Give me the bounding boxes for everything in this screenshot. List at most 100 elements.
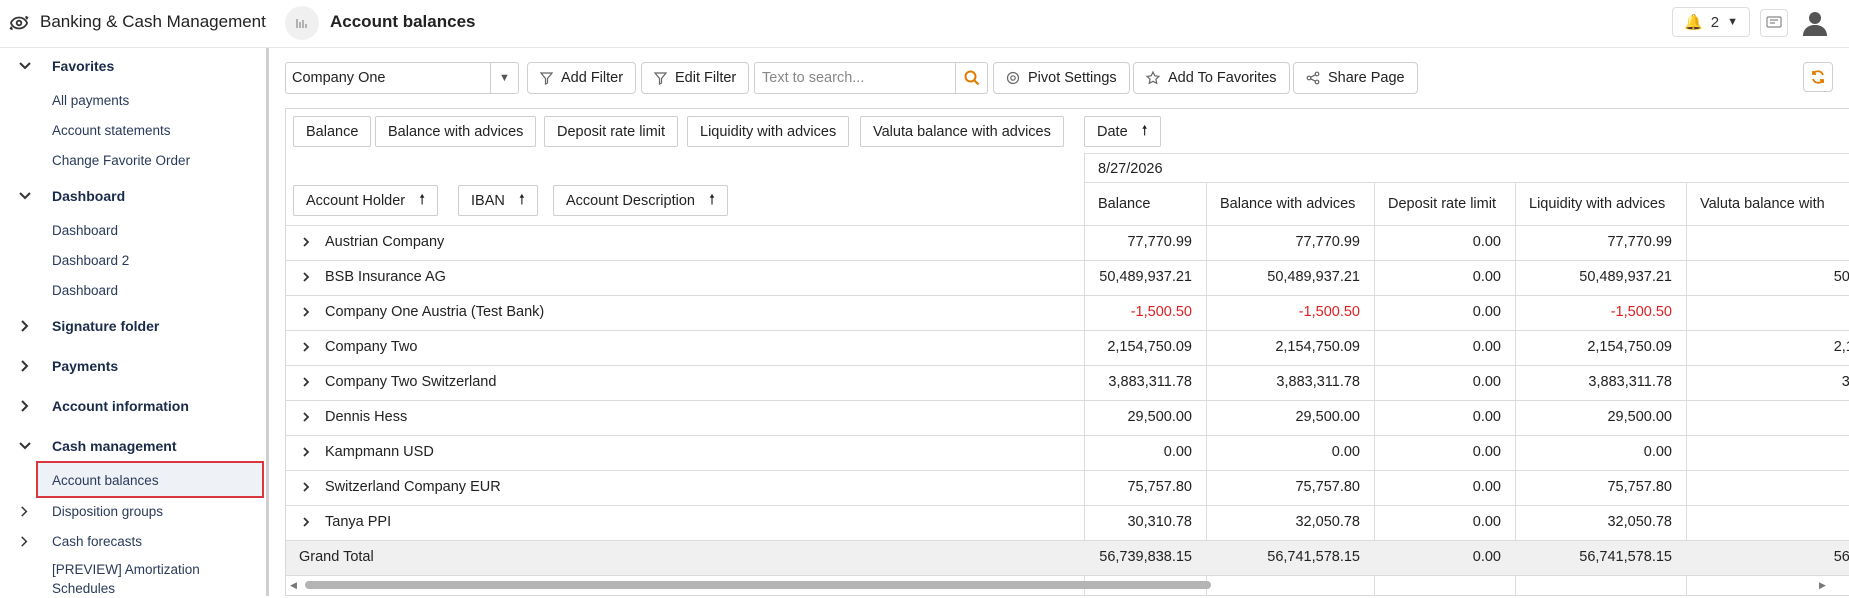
- column-header-balance-with-advices[interactable]: Balance with advices: [1220, 196, 1355, 212]
- chevron-down-icon[interactable]: ▼: [490, 63, 518, 93]
- value-cell: 0.00: [1472, 269, 1501, 285]
- sidebar-group-signature-folder[interactable]: Signature folder: [0, 313, 266, 339]
- chevron-right-icon: [21, 400, 29, 412]
- chevron-right-icon[interactable]: [300, 236, 312, 248]
- table-row[interactable]: Kampmann USD 0.00 0.00 0.00 0.00: [286, 436, 1849, 471]
- pivot-settings-label: Pivot Settings: [1028, 70, 1117, 86]
- value-cell: 32,050.78: [1607, 514, 1672, 530]
- chevron-right-icon[interactable]: [300, 516, 312, 528]
- add-to-favorites-button[interactable]: Add To Favorites: [1133, 62, 1290, 94]
- chevron-right-icon[interactable]: [300, 271, 312, 283]
- edit-filter-button[interactable]: Edit Filter: [641, 62, 750, 94]
- data-field-balance[interactable]: Balance: [293, 116, 372, 147]
- chevron-right-icon[interactable]: [300, 446, 312, 458]
- search-input[interactable]: [755, 63, 955, 93]
- value-cell: 77,770.99: [1295, 234, 1360, 250]
- page-title: Account balances: [330, 12, 476, 31]
- column-header-balance[interactable]: Balance: [1098, 196, 1150, 212]
- user-avatar-icon[interactable]: [1800, 8, 1830, 38]
- message-button[interactable]: [1760, 9, 1788, 37]
- share-icon: [1306, 71, 1320, 85]
- sidebar-group-account-information[interactable]: Account information: [0, 393, 266, 419]
- search-button[interactable]: [955, 63, 987, 93]
- data-field-liquidity-with-advices[interactable]: Liquidity with advices: [687, 116, 850, 147]
- sidebar-item-dashboard-3[interactable]: Dashboard: [0, 277, 266, 303]
- sidebar-item-label: [PREVIEW] Amortization Schedules: [52, 560, 200, 598]
- chevron-right-icon[interactable]: [300, 376, 312, 388]
- table-row[interactable]: Tanya PPI 30,310.78 32,050.78 0.00 32,050.78…: [286, 506, 1849, 541]
- sidebar-item-label: Dashboard: [52, 282, 119, 298]
- pivot-grid: Balance Balance with advices Deposit rat…: [285, 108, 1849, 596]
- column-header-valuta-balance[interactable]: Valuta balance with: [1700, 196, 1825, 212]
- table-row[interactable]: Austrian Company 77,770.99 77,770.99 0.00 77…: [286, 226, 1849, 261]
- share-page-button[interactable]: Share Page: [1293, 62, 1418, 94]
- sidebar-group-payments[interactable]: Payments: [0, 353, 266, 379]
- refresh-icon: [1812, 70, 1824, 84]
- value-cell: 29,500.00: [1607, 409, 1672, 425]
- grand-total-row: Grand Total 56,739,838.15 56,741,578.15 0.0…: [286, 541, 1849, 576]
- data-field-deposit-rate-limit[interactable]: Deposit rate limit: [544, 116, 678, 147]
- chevron-right-icon[interactable]: [300, 411, 312, 423]
- sidebar-item-label: All payments: [52, 92, 130, 108]
- table-row[interactable]: Dennis Hess 29,500.00 29,500.00 0.00 29,500.…: [286, 401, 1849, 436]
- sidebar-group-label: Signature folder: [52, 318, 160, 334]
- sidebar-item-dashboard-2[interactable]: Dashboard 2: [0, 247, 266, 273]
- date-header[interactable]: 8/27/2026: [1098, 161, 1163, 177]
- notifications-button[interactable]: 🔔 2 ▼: [1672, 7, 1750, 37]
- sidebar-group-dashboard[interactable]: Dashboard: [0, 183, 266, 209]
- sidebar-item-disposition-groups[interactable]: Disposition groups: [0, 498, 266, 524]
- sidebar-item-account-statements[interactable]: Account statements: [0, 117, 266, 143]
- value-cell: -1,500.50: [1298, 304, 1360, 320]
- sidebar-item-all-payments[interactable]: All payments: [0, 87, 266, 113]
- column-field-date[interactable]: Date 🠕: [1084, 116, 1161, 147]
- eye-sync-icon[interactable]: [8, 12, 30, 34]
- value-cell: 0.00: [1643, 444, 1672, 460]
- sidebar-item-label-line2: Schedules: [52, 581, 116, 596]
- chevron-right-icon[interactable]: [300, 306, 312, 318]
- row-field-iban[interactable]: IBAN 🠕: [458, 185, 538, 216]
- value-cell: -1: [1698, 304, 1849, 320]
- refresh-button[interactable]: [1803, 62, 1833, 92]
- sidebar-item-dashboard[interactable]: Dashboard: [0, 217, 266, 243]
- company-select[interactable]: Company One ▼: [285, 62, 519, 94]
- field-label: Deposit rate limit: [557, 123, 665, 140]
- row-field-account-holder[interactable]: Account Holder 🠕: [293, 185, 439, 216]
- sidebar-group-label: Dashboard: [52, 188, 126, 204]
- data-field-valuta-balance-with-advices[interactable]: Valuta balance with advices: [860, 116, 1064, 147]
- value-cell: 50,489,937.21: [1267, 269, 1360, 285]
- sidebar-group-favorites[interactable]: Favorites: [0, 53, 266, 79]
- horizontal-scrollbar[interactable]: ◀ ▶: [285, 578, 1849, 592]
- sidebar-item-change-favorite-order[interactable]: Change Favorite Order: [0, 147, 266, 173]
- sidebar-item-label: Account statements: [52, 122, 171, 138]
- table-row[interactable]: Company Two Switzerland 3,883,311.78 3,883…: [286, 366, 1849, 401]
- add-filter-button[interactable]: Add Filter: [527, 62, 637, 94]
- sidebar-item-label: Cash forecasts: [52, 533, 143, 549]
- column-header-liquidity-with-advices[interactable]: Liquidity with advices: [1529, 196, 1665, 212]
- sidebar-group-cash-management[interactable]: Cash management: [0, 433, 266, 459]
- sidebar-resize-handle[interactable]: [266, 48, 269, 596]
- scrollbar-thumb[interactable]: [305, 581, 1211, 589]
- sort-ascending-icon: 🠕: [708, 190, 715, 207]
- pivot-chart-icon: [285, 6, 319, 40]
- table-row[interactable]: Switzerland Company EUR 75,757.80 75,757.8…: [286, 471, 1849, 506]
- column-header-deposit-rate-limit[interactable]: Deposit rate limit: [1388, 196, 1496, 212]
- chevron-down-icon: [19, 442, 31, 450]
- chevron-right-icon[interactable]: [300, 481, 312, 493]
- pivot-settings-button[interactable]: Pivot Settings: [993, 62, 1130, 94]
- data-field-balance-with-advices[interactable]: Balance with advices: [375, 116, 537, 147]
- value-cell: 56,741,578.15: [1579, 549, 1672, 565]
- table-row[interactable]: BSB Insurance AG 50,489,937.21 50,489,937.…: [286, 261, 1849, 296]
- scroll-left-icon[interactable]: ◀: [290, 580, 297, 591]
- row-field-account-description[interactable]: Account Description 🠕: [553, 185, 728, 216]
- value-cell: 0.00: [1472, 549, 1501, 565]
- scroll-right-icon[interactable]: ▶: [1819, 580, 1826, 591]
- sidebar-item-amortization-schedules[interactable]: [PREVIEW] Amortization Schedules: [0, 560, 266, 596]
- table-row[interactable]: Company Two 2,154,750.09 2,154,750.09 0.00 2…: [286, 331, 1849, 366]
- sidebar-item-account-balances[interactable]: Account balances: [0, 467, 266, 493]
- app-title[interactable]: Banking & Cash Management: [40, 12, 266, 32]
- sidebar-item-cash-forecasts[interactable]: Cash forecasts: [0, 528, 266, 554]
- value-cell: 77,770.99: [1127, 234, 1192, 250]
- sidebar-group-label: Account information: [52, 398, 189, 414]
- table-row[interactable]: Company One Austria (Test Bank) -1,500.50…: [286, 296, 1849, 331]
- chevron-right-icon[interactable]: [300, 341, 312, 353]
